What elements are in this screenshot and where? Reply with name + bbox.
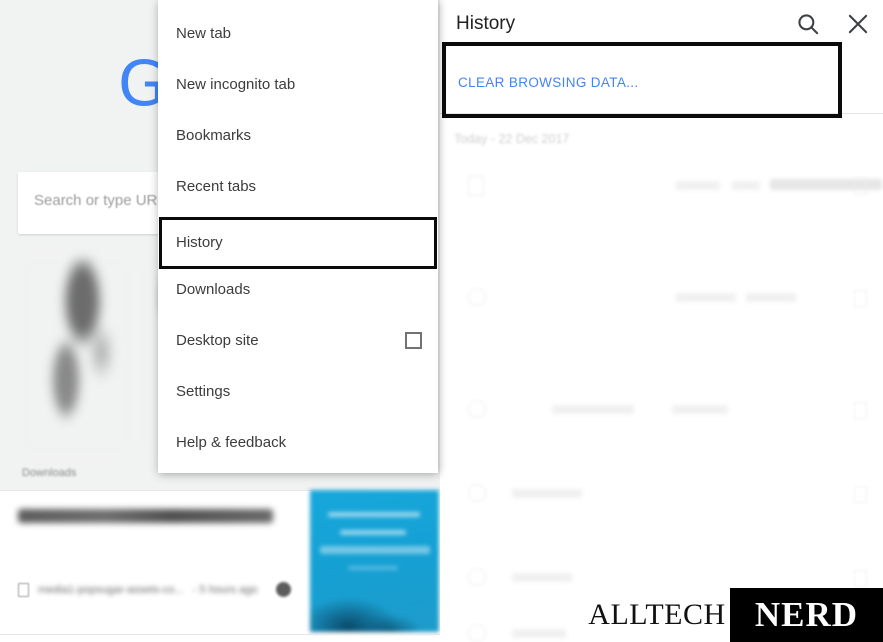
page-favicon bbox=[468, 288, 486, 306]
close-icon[interactable] bbox=[845, 11, 871, 37]
menu-item-label: Bookmarks bbox=[176, 127, 252, 144]
screenshot-root: G Search or type URL Downloads media1-po… bbox=[0, 0, 883, 642]
page-title: History bbox=[456, 13, 516, 34]
date-group-header: Today - 22 Dec 2017 bbox=[454, 132, 570, 146]
history-row[interactable] bbox=[440, 384, 883, 440]
downloads-section-label: Downloads bbox=[22, 467, 77, 479]
history-row[interactable] bbox=[440, 272, 883, 328]
history-panel: History CLEAR BROWSING DATA... Today - 2… bbox=[440, 0, 883, 642]
delete-icon[interactable] bbox=[854, 178, 867, 195]
download-meta: media1-popsugar-assets-co... - 5 hours a… bbox=[38, 584, 258, 596]
page-favicon bbox=[468, 568, 486, 586]
page-favicon bbox=[468, 400, 486, 418]
search-input-placeholder: Search or type URL bbox=[34, 192, 166, 209]
history-header: History bbox=[440, 0, 883, 48]
menu-item-new-tab[interactable]: New tab bbox=[158, 8, 438, 59]
menu-item-label: Recent tabs bbox=[176, 178, 257, 195]
more-options-icon[interactable] bbox=[276, 582, 291, 597]
delete-icon[interactable] bbox=[854, 402, 867, 419]
delete-icon[interactable] bbox=[854, 290, 867, 307]
menu-item-recent-tabs[interactable]: Recent tabs bbox=[158, 161, 438, 212]
clear-browsing-data-label: CLEAR BROWSING DATA... bbox=[458, 75, 639, 90]
menu-item-label: History bbox=[176, 234, 223, 251]
menu-item-bookmarks[interactable]: Bookmarks bbox=[158, 110, 438, 161]
search-icon[interactable] bbox=[795, 11, 821, 37]
delete-icon[interactable] bbox=[854, 570, 867, 587]
menu-item-label: New incognito tab bbox=[176, 76, 296, 93]
history-list[interactable]: Today - 22 Dec 2017 bbox=[440, 116, 883, 642]
menu-item-help-feedback[interactable]: Help & feedback bbox=[158, 417, 438, 468]
clear-browsing-data-button[interactable]: CLEAR BROWSING DATA... bbox=[440, 48, 883, 114]
history-row[interactable] bbox=[440, 160, 883, 216]
menu-item-label: Downloads bbox=[176, 281, 251, 298]
watermark-right-text: NERD bbox=[730, 588, 883, 642]
page-favicon bbox=[468, 624, 486, 642]
menu-item-desktop-site[interactable]: Desktop site bbox=[158, 315, 438, 366]
download-filename bbox=[18, 509, 273, 523]
thumbnail-tile-1[interactable] bbox=[22, 258, 132, 454]
menu-item-label: Settings bbox=[176, 383, 231, 400]
desktop-site-checkbox[interactable] bbox=[405, 332, 422, 349]
menu-item-history[interactable]: History bbox=[158, 217, 438, 268]
menu-item-new-incognito-tab[interactable]: New incognito tab bbox=[158, 59, 438, 110]
page-favicon bbox=[468, 176, 484, 196]
delete-icon[interactable] bbox=[854, 486, 867, 503]
watermark: ALLTECH NERD bbox=[584, 588, 883, 642]
menu-item-label: Help & feedback bbox=[176, 434, 287, 451]
menu-item-label: New tab bbox=[176, 25, 232, 42]
menu-item-label: Desktop site bbox=[176, 332, 259, 349]
chrome-overflow-menu: New tab New incognito tab Bookmarks Rece… bbox=[158, 0, 438, 473]
divider bbox=[0, 634, 440, 635]
menu-item-settings[interactable]: Settings bbox=[158, 366, 438, 417]
history-row[interactable] bbox=[440, 468, 883, 524]
page-favicon bbox=[468, 484, 486, 502]
menu-item-downloads[interactable]: Downloads bbox=[158, 264, 438, 315]
watermark-left-text: ALLTECH bbox=[584, 588, 730, 642]
document-icon bbox=[18, 583, 29, 597]
download-thumbnail[interactable] bbox=[310, 490, 439, 632]
